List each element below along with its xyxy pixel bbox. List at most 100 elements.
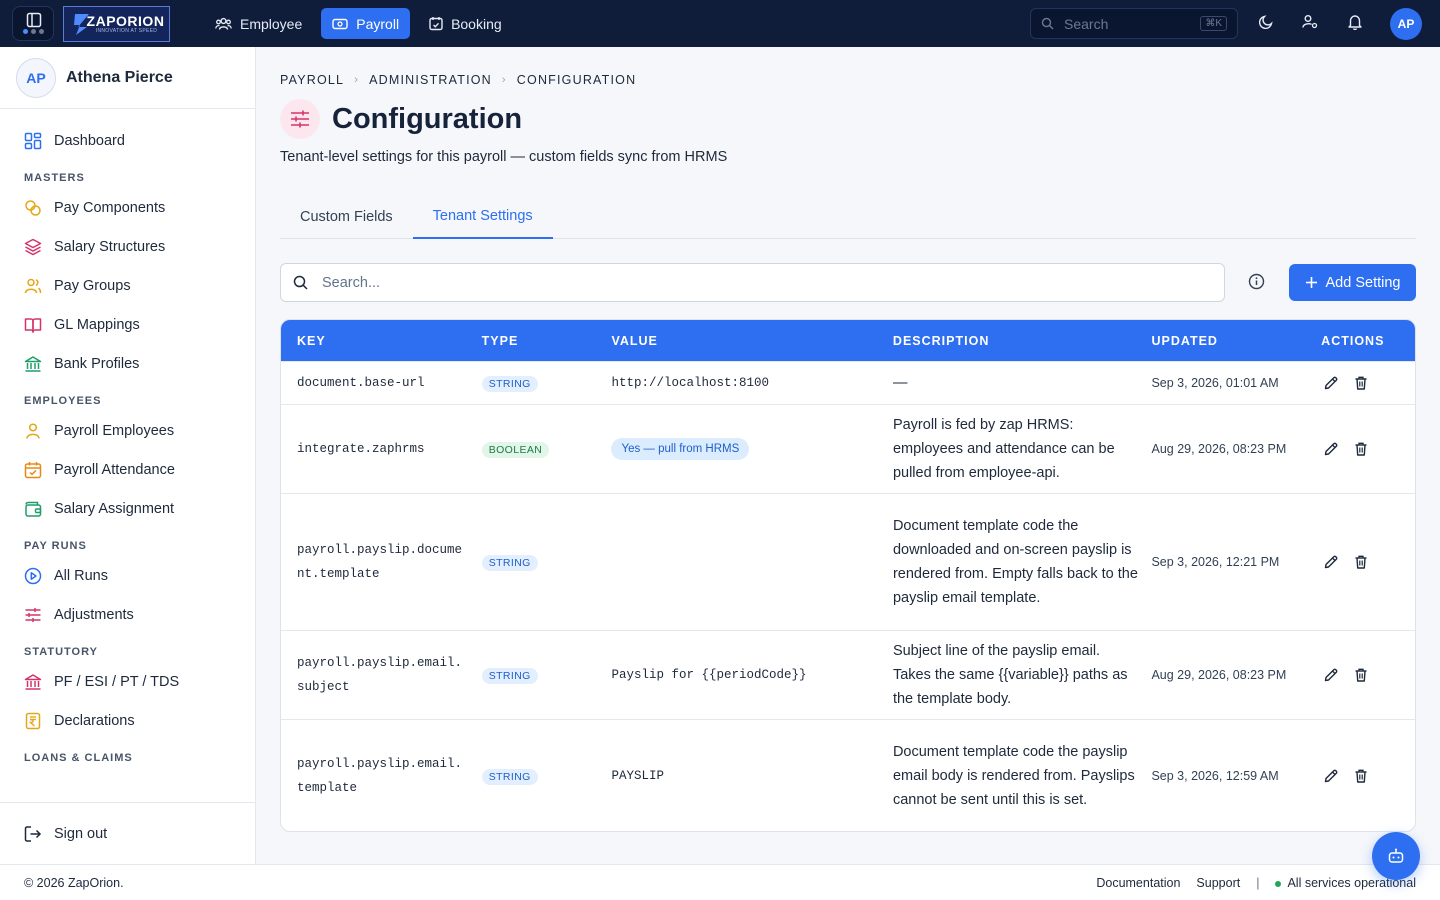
sliders-icon — [24, 606, 42, 624]
brand-logo[interactable]: ZAPORION INNOVATION AT SPEED — [63, 6, 170, 42]
sidebar-toggle-button[interactable] — [12, 6, 54, 41]
global-search[interactable]: Search ⌘K — [1030, 8, 1238, 39]
trash-icon[interactable] — [1353, 375, 1369, 391]
row-actions — [1311, 375, 1415, 391]
updated-at: Aug 29, 2026, 08:23 PM — [1151, 442, 1287, 456]
tab-tenant-settings[interactable]: Tenant Settings — [412, 194, 553, 239]
theme-moon-icon[interactable] — [1259, 14, 1274, 29]
sidebar-item-salary-structures[interactable]: Salary Structures — [0, 227, 255, 266]
bell-icon[interactable] — [1348, 14, 1362, 30]
trash-icon[interactable] — [1353, 441, 1369, 457]
breadcrumb: PAYROLL › ADMINISTRATION › CONFIGURATION — [280, 73, 636, 87]
chevron-right-icon: › — [354, 74, 360, 86]
column-updated[interactable]: UPDATED — [1151, 334, 1311, 348]
landmark-icon — [24, 673, 42, 691]
breadcrumb-payroll[interactable]: PAYROLL — [280, 73, 344, 87]
user-settings-icon[interactable] — [1302, 14, 1318, 29]
sidebar-item-pay-groups[interactable]: Pay Groups — [0, 266, 255, 305]
sidebar-item-label: PF / ESI / PT / TDS — [54, 673, 180, 690]
sidebar-profile[interactable]: AP Athena Pierce — [0, 47, 255, 109]
page-subtitle: Tenant-level settings for this payroll —… — [280, 149, 728, 165]
table-row[interactable]: payroll.payslip.email.subject STRING Pay… — [281, 630, 1415, 719]
settings-search-input[interactable] — [322, 274, 1202, 291]
documentation-link[interactable]: Documentation — [1096, 876, 1180, 890]
nav-booking[interactable]: Booking — [418, 8, 513, 39]
column-actions: ACTIONS — [1321, 333, 1385, 348]
sidebar-item-dashboard[interactable]: Dashboard — [0, 121, 255, 160]
play-circle-icon — [24, 567, 42, 585]
sidebar-item-payroll-attendance[interactable]: Payroll Attendance — [0, 450, 255, 489]
brand-tagline: INNOVATION AT SPEED — [95, 28, 158, 34]
nav-payroll[interactable]: Payroll — [321, 8, 411, 39]
table-row[interactable]: document.base-url STRING http://localhos… — [281, 361, 1415, 404]
settings-table: KEY TYPE VALUE DESCRIPTION UPDATED ACTIO… — [280, 319, 1416, 832]
calendar-check-icon — [429, 16, 443, 31]
trash-icon[interactable] — [1353, 768, 1369, 784]
column-value[interactable]: VALUE — [611, 334, 892, 348]
top-nav: Employee Payroll Booking — [204, 8, 513, 39]
table-row[interactable]: payroll.payslip.email.template STRING PA… — [281, 719, 1415, 831]
info-icon[interactable] — [1248, 273, 1265, 290]
table-row[interactable]: payroll.payslip.document.template STRING… — [281, 493, 1415, 630]
sidebar-item-salary-assignment[interactable]: Salary Assignment — [0, 489, 255, 528]
section-employees: EMPLOYEES — [24, 395, 102, 407]
sidebar-item-payroll-employees[interactable]: Payroll Employees — [0, 411, 255, 450]
assistant-bot-button[interactable] — [1372, 832, 1420, 880]
edit-pencil-icon[interactable] — [1323, 554, 1339, 570]
settings-search[interactable] — [280, 263, 1225, 302]
column-key[interactable]: KEY — [281, 334, 482, 348]
add-setting-label: Add Setting — [1325, 274, 1401, 291]
column-type[interactable]: TYPE — [482, 334, 612, 348]
footer-links: Documentation Support | All services ope… — [1096, 865, 1416, 900]
support-link[interactable]: Support — [1196, 876, 1240, 890]
nav-employee[interactable]: Employee — [204, 8, 313, 39]
nav-employee-label: Employee — [240, 15, 303, 32]
sidebar: AP Athena Pierce Dashboard MASTERS Pay C… — [0, 47, 256, 864]
table-header: KEY TYPE VALUE DESCRIPTION UPDATED ACTIO… — [281, 320, 1415, 361]
nav-payroll-label: Payroll — [356, 15, 400, 32]
book-open-icon — [24, 316, 42, 334]
sidebar-item-label: Pay Groups — [54, 277, 131, 294]
sidebar-item-label: GL Mappings — [54, 316, 140, 333]
search-shortcut: ⌘K — [1200, 16, 1227, 31]
edit-pencil-icon[interactable] — [1323, 667, 1339, 683]
setting-description: Payroll is fed by zap HRMS: employees an… — [892, 417, 1115, 481]
sidebar-item-pf-esi-pt-tds[interactable]: PF / ESI / PT / TDS — [0, 662, 255, 701]
breadcrumb-administration[interactable]: ADMINISTRATION — [369, 73, 492, 87]
add-setting-button[interactable]: Add Setting — [1289, 264, 1416, 301]
brand-name: ZAPORION — [86, 13, 165, 29]
sidebar-item-adjustments[interactable]: Adjustments — [0, 595, 255, 634]
trash-icon[interactable] — [1353, 554, 1369, 570]
footer-divider: | — [1256, 876, 1260, 890]
sign-out-button[interactable]: Sign out — [0, 802, 255, 864]
setting-key: document.base-url — [297, 376, 425, 390]
sidebar-item-bank-profiles[interactable]: Bank Profiles — [0, 344, 255, 383]
setting-value: http://localhost:8100 — [611, 376, 769, 390]
table-row[interactable]: integrate.zaphrms BOOLEAN Yes — pull fro… — [281, 404, 1415, 493]
sidebar-item-declarations[interactable]: Declarations — [0, 701, 255, 740]
bank-icon — [24, 355, 42, 373]
edit-pencil-icon[interactable] — [1323, 441, 1339, 457]
chevron-right-icon: › — [501, 74, 507, 86]
trash-icon[interactable] — [1353, 667, 1369, 683]
workspace-dots — [23, 29, 44, 34]
sidebar-item-label: Adjustments — [54, 606, 134, 623]
sidebar-item-label: Pay Components — [54, 199, 166, 216]
sidebar-item-label: Dashboard — [54, 132, 125, 149]
edit-pencil-icon[interactable] — [1323, 768, 1339, 784]
row-actions — [1311, 441, 1415, 457]
row-actions — [1311, 554, 1415, 570]
user-avatar[interactable]: AP — [1390, 8, 1422, 40]
column-description[interactable]: DESCRIPTION — [893, 334, 1152, 348]
sidebar-item-all-runs[interactable]: All Runs — [0, 556, 255, 595]
sidebar-item-pay-components[interactable]: Pay Components — [0, 188, 255, 227]
sidebar-item-gl-mappings[interactable]: GL Mappings — [0, 305, 255, 344]
updated-at: Sep 3, 2026, 01:01 AM — [1151, 376, 1279, 390]
tab-custom-fields[interactable]: Custom Fields — [280, 194, 413, 239]
toolbar: Add Setting — [280, 263, 1416, 302]
page-title: Configuration — [332, 102, 523, 135]
dashboard-icon — [24, 132, 42, 150]
sidebar-item-label: Payroll Employees — [54, 422, 175, 439]
edit-pencil-icon[interactable] — [1323, 375, 1339, 391]
wallet-icon — [24, 500, 42, 518]
